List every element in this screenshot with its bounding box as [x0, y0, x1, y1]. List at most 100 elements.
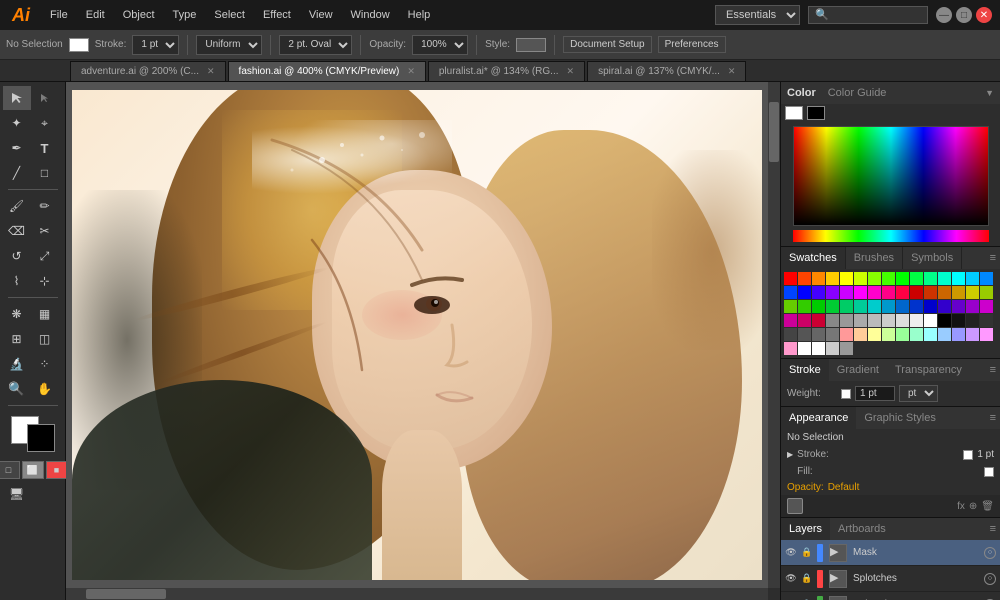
add-effect-button[interactable]: ⊕ [969, 501, 977, 512]
opacity-select[interactable]: 100% [412, 35, 468, 55]
scale-tool[interactable]: ⤢ [31, 244, 59, 268]
swatch-color[interactable] [924, 300, 937, 313]
swatch-color[interactable] [798, 272, 811, 285]
layer-expand-icon[interactable]: ▶ [829, 596, 847, 600]
layer-lock-icon[interactable]: 🔒 [801, 573, 813, 585]
swatch-color[interactable] [966, 314, 979, 327]
swatch-color[interactable] [784, 314, 797, 327]
mesh-tool[interactable]: ⊞ [3, 327, 31, 351]
graphic-styles-tab[interactable]: Graphic Styles [856, 407, 944, 429]
swatch-color[interactable] [840, 328, 853, 341]
document-setup-button[interactable]: Document Setup [563, 36, 652, 53]
tab-fashion[interactable]: fashion.ai @ 400% (CMYK/Preview) ✕ [228, 61, 426, 81]
swatch-color[interactable] [798, 328, 811, 341]
magic-wand-tool[interactable]: ✦ [3, 111, 31, 135]
search-input[interactable] [808, 6, 928, 24]
swatch-color[interactable] [840, 342, 853, 355]
swatch-color[interactable] [924, 314, 937, 327]
tab-close-fashion[interactable]: ✕ [407, 66, 415, 77]
color-mode-button[interactable]: ■ [46, 461, 68, 479]
paintbrush-tool[interactable]: 🖌 [3, 194, 31, 218]
layer-row[interactable]: 👁 🔒 ▶ Painted ○ [781, 592, 1000, 600]
normal-mode-button[interactable]: □ [0, 461, 20, 479]
artboard-tool[interactable]: 🖥 [3, 482, 31, 506]
swatch-color[interactable] [812, 314, 825, 327]
swatch-color[interactable] [966, 328, 979, 341]
swatch-color[interactable] [798, 286, 811, 299]
swatch-color[interactable] [910, 328, 923, 341]
minimize-button[interactable]: — [936, 7, 952, 23]
tab-close-adventure[interactable]: ✕ [207, 66, 215, 77]
swatch-color[interactable] [826, 286, 839, 299]
vertical-scrollbar[interactable] [768, 82, 780, 588]
swatch-color[interactable] [980, 272, 993, 285]
swatch-color[interactable] [952, 328, 965, 341]
symbol-sprayer-tool[interactable]: ❋ [3, 302, 31, 326]
layer-visibility-icon[interactable]: 👁 [785, 547, 797, 559]
tab-close-spiral[interactable]: ✕ [728, 66, 736, 77]
swatch-color[interactable] [826, 300, 839, 313]
symbols-tab[interactable]: Symbols [903, 247, 962, 269]
swatch-color[interactable] [826, 314, 839, 327]
swatch-color[interactable] [882, 272, 895, 285]
color-panel-expand[interactable]: ▼ [985, 88, 994, 98]
swatch-color[interactable] [966, 272, 979, 285]
swatch-color[interactable] [784, 286, 797, 299]
swatch-color[interactable] [980, 328, 993, 341]
swatches-panel-menu[interactable]: ≡ [986, 247, 1000, 269]
warp-tool[interactable]: ⌇ [3, 269, 31, 293]
color-spectrum-bar[interactable] [793, 230, 989, 242]
swatch-color[interactable] [784, 272, 797, 285]
color-guide-title[interactable]: Color Guide [828, 87, 887, 99]
type-tool[interactable]: T [31, 136, 59, 160]
background-color[interactable] [27, 424, 55, 452]
menu-edit[interactable]: Edit [82, 7, 109, 23]
swatch-color[interactable] [840, 300, 853, 313]
swatch-color[interactable] [910, 300, 923, 313]
maximize-button[interactable]: □ [956, 7, 972, 23]
layers-tab[interactable]: Layers [781, 518, 830, 540]
swatch-color[interactable] [882, 300, 895, 313]
swatch-color[interactable] [798, 300, 811, 313]
pen-tool[interactable]: ✒ [3, 136, 31, 160]
tab-pluralist[interactable]: pluralist.ai* @ 134% (RG... ✕ [428, 61, 585, 81]
menu-type[interactable]: Type [169, 7, 201, 23]
rotate-tool[interactable]: ↺ [3, 244, 31, 268]
horizontal-scrollbar[interactable] [66, 588, 768, 600]
fill-appearance-row[interactable]: ▶ Fill: [781, 463, 1000, 480]
fill-color-preview[interactable] [984, 467, 994, 477]
swatch-color[interactable] [952, 286, 965, 299]
color-bg-small[interactable] [807, 106, 825, 120]
screen-mode-button[interactable]: ⬜ [22, 461, 44, 479]
menu-effect[interactable]: Effect [259, 7, 295, 23]
eyedropper-tool[interactable]: 🔬 [3, 352, 31, 376]
swatch-color[interactable] [854, 328, 867, 341]
swatch-color[interactable] [896, 300, 909, 313]
canvas-area[interactable] [66, 82, 780, 600]
swatch-color[interactable] [854, 286, 867, 299]
layer-expand-icon[interactable]: ▶ [829, 570, 847, 588]
layer-row[interactable]: 👁 🔒 ▶ Splotches ○ [781, 566, 1000, 592]
swatch-color[interactable] [812, 286, 825, 299]
line-tool[interactable]: ╱ [3, 161, 31, 185]
swatch-color[interactable] [784, 342, 797, 355]
stroke-color-preview[interactable] [69, 38, 89, 52]
swatch-color[interactable] [812, 342, 825, 355]
swatch-color[interactable] [924, 286, 937, 299]
fx-button[interactable]: fx [957, 501, 965, 512]
stroke-expand-icon[interactable]: ▶ [787, 450, 793, 459]
menu-file[interactable]: File [46, 7, 72, 23]
stroke-tab[interactable]: Stroke [781, 359, 829, 381]
workspace-dropdown[interactable]: Essentials [715, 5, 800, 25]
swatch-color[interactable] [938, 328, 951, 341]
gradient-tab[interactable]: Gradient [829, 359, 887, 381]
swatch-color[interactable] [868, 286, 881, 299]
pencil-tool[interactable]: ✏ [31, 194, 59, 218]
eraser-tool[interactable]: ⌫ [3, 219, 31, 243]
swatch-color[interactable] [938, 314, 951, 327]
swatch-color[interactable] [924, 328, 937, 341]
swatch-color[interactable] [812, 328, 825, 341]
layers-panel-menu[interactable]: ≡ [986, 518, 1000, 540]
stroke-appearance-row[interactable]: ▶ Stroke: 1 pt [781, 446, 1000, 463]
swatch-color[interactable] [826, 342, 839, 355]
